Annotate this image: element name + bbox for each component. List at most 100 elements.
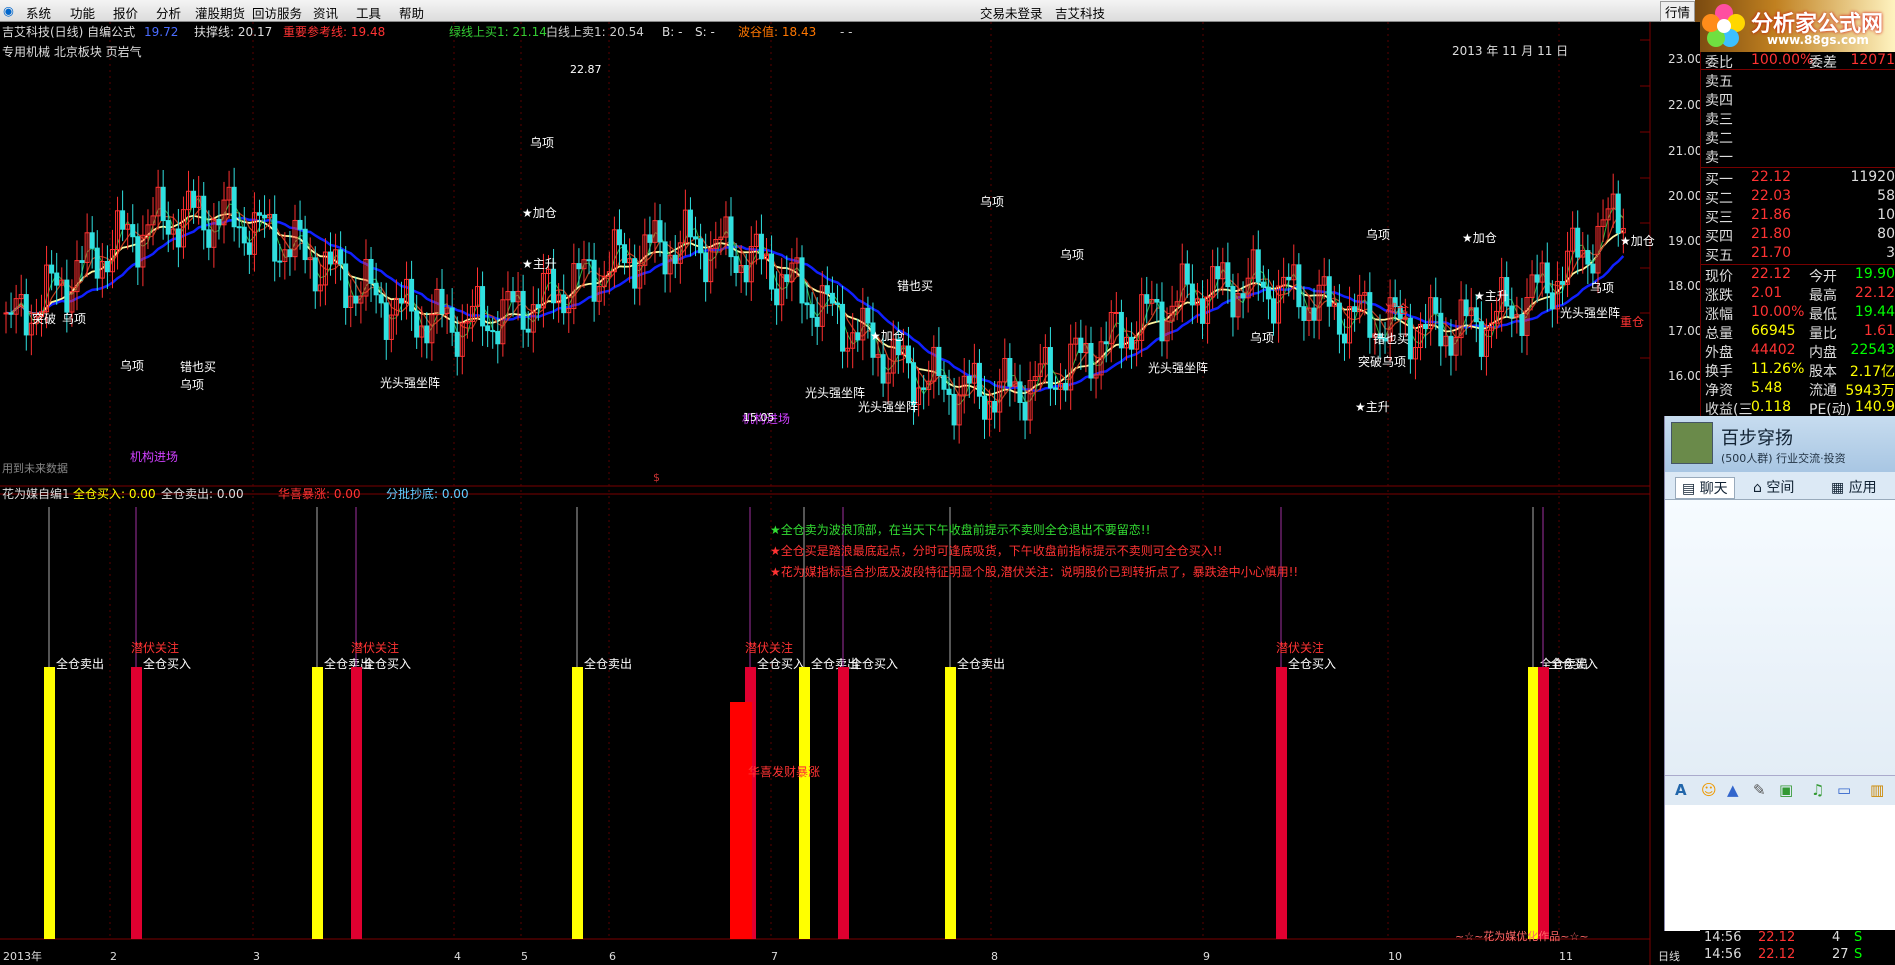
quote-divider — [1701, 167, 1895, 168]
menu-analysis[interactable]: 分析 — [156, 3, 181, 22]
price-tick: 17.00 — [1668, 324, 1700, 338]
app-logo-icon[interactable]: ◉ — [3, 3, 14, 18]
quote-button[interactable]: 行情 — [1660, 1, 1696, 22]
value-v1: 19.72 — [144, 25, 178, 39]
tab-space-label: 空间 — [1766, 480, 1795, 496]
candle-body — [1367, 292, 1373, 338]
chart-label: 乌项 — [1250, 330, 1274, 345]
qq-chat-panel[interactable]: 百步穿扬 (500人群) 行业交流·投资 ▤ 聊天 ⌂ 空间 ▦ 应用 A ☺ … — [1664, 416, 1895, 931]
tick-row: 14:56 22.12 27 S — [1704, 947, 1863, 962]
candle-body — [591, 259, 597, 302]
candle-body — [64, 279, 70, 313]
signal-bar — [312, 667, 323, 939]
candle-body — [728, 216, 734, 258]
signal-bar — [799, 667, 810, 939]
menu-info[interactable]: 资讯 — [313, 3, 338, 22]
ref-label: 重要参考线: 19.48 — [283, 24, 385, 39]
menu-tools[interactable]: 工具 — [356, 3, 381, 22]
quote-panel: 委比 100.00% 委差 12071 卖五 卖四 卖三 卖二 卖一 买一 22.12 11920 买二… — [1700, 52, 1895, 418]
candle-body — [383, 302, 389, 340]
candle-body — [703, 252, 709, 283]
candle-body — [257, 212, 262, 216]
candle-body — [1078, 337, 1084, 354]
candle-body — [672, 254, 678, 264]
quote-divider — [1701, 69, 1895, 70]
edit-icon[interactable]: ✎ — [1753, 781, 1766, 799]
screenshot-icon[interactable]: ▭ — [1837, 781, 1851, 799]
chart-label: 错也买 — [180, 360, 216, 374]
candle-body — [616, 229, 622, 246]
chart-label: ★加仓 — [1462, 231, 1497, 245]
signal-bar — [838, 667, 849, 939]
candle-body — [1255, 249, 1261, 283]
qq-tabs: ▤ 聊天 ⌂ 空间 ▦ 应用 — [1665, 472, 1895, 500]
period-label[interactable]: 日线 — [1658, 949, 1680, 963]
candle-body — [1265, 286, 1271, 300]
date-tick: 3 — [253, 950, 260, 963]
menu-callback[interactable]: 回访服务 — [252, 3, 302, 22]
trade-status[interactable]: 交易未登录 — [980, 3, 1043, 22]
green-label: 绿线上买1: 21.14 — [449, 24, 547, 39]
price-tick: 22.00 — [1668, 98, 1700, 112]
kline-chart[interactable]: 突破 乌项乌项乌项错也买光头强坐阵机构进场乌项★加仓★主升机构进场光头强坐阵光头强… — [0, 22, 1700, 965]
shake-icon[interactable]: ▲ — [1727, 781, 1739, 799]
candle-body — [49, 264, 55, 274]
signal-label: 全仓买入 — [850, 656, 898, 671]
quote-divider — [1701, 264, 1895, 265]
candle-body — [373, 282, 379, 296]
buy-level: 买一 22.12 11920 — [1705, 169, 1895, 188]
sub-indicator-name[interactable]: 花为媒自编1 — [2, 486, 70, 501]
candle-body — [1448, 335, 1454, 356]
price-tick: 21.00 — [1668, 144, 1700, 158]
candle-body — [992, 400, 998, 413]
chat-input[interactable] — [1665, 805, 1895, 931]
chart-label: 突破乌项 — [1358, 354, 1406, 369]
watch-label: 潜伏关注 — [131, 640, 179, 655]
emoji-icon[interactable]: ☺ — [1701, 781, 1717, 799]
chart-label: 光头强坐阵 — [1148, 361, 1208, 375]
tab-chat[interactable]: ▤ 聊天 — [1675, 477, 1735, 499]
sell-level: 卖三 — [1705, 112, 1733, 128]
candle-body — [976, 362, 982, 397]
menu-quote[interactable]: 报价 — [113, 3, 138, 22]
menu-system[interactable]: 系统 — [26, 3, 51, 22]
signal-label: 全仓卖出 — [957, 656, 1005, 671]
music-icon[interactable]: ♫ — [1811, 781, 1824, 799]
tab-apps[interactable]: ▦ 应用 — [1831, 477, 1877, 497]
menu-futures[interactable]: 灌股期货 — [195, 3, 245, 22]
candle-body — [662, 241, 668, 275]
candle-body — [1022, 401, 1028, 421]
image-icon[interactable]: ▣ — [1779, 781, 1793, 799]
candle-body — [343, 263, 349, 308]
font-icon[interactable]: A — [1675, 781, 1687, 799]
apps-icon: ▦ — [1831, 480, 1849, 496]
candle-body — [104, 260, 110, 273]
candle-body — [485, 325, 491, 332]
watch-label: 潜伏关注 — [351, 640, 399, 655]
candle-body — [8, 312, 14, 315]
candle-body — [297, 219, 303, 230]
chart-label: ★主升 — [522, 257, 557, 271]
candle-body — [191, 190, 197, 208]
signal-label: 全仓买入 — [1550, 656, 1598, 671]
tab-space[interactable]: ⌂ 空间 — [1753, 477, 1794, 497]
candle-body — [368, 258, 374, 284]
note-watch: ★花为媒指标适合抄底及波段特征明显个股,潜伏关注：说明股价已到转折点了，暴跌途中… — [770, 564, 1298, 579]
candle-body — [1007, 358, 1013, 387]
candle-body — [733, 256, 739, 273]
chat-history[interactable] — [1665, 500, 1895, 775]
signal-bar — [351, 667, 362, 939]
chart-icon[interactable]: ▥ — [1870, 781, 1884, 799]
group-avatar[interactable] — [1671, 422, 1713, 464]
menu-function[interactable]: 功能 — [70, 3, 95, 22]
candle-body — [1240, 293, 1246, 299]
candle-body — [378, 294, 384, 304]
menu-help[interactable]: 帮助 — [399, 3, 424, 22]
candle-body — [1052, 387, 1058, 390]
candle-body — [809, 304, 815, 318]
sub-buy: 全仓买入: 0.00 — [73, 486, 156, 501]
candle-body — [632, 258, 638, 289]
extra-label: - - — [840, 25, 852, 39]
candle-body — [439, 288, 445, 315]
date-tick: 7 — [771, 950, 778, 963]
